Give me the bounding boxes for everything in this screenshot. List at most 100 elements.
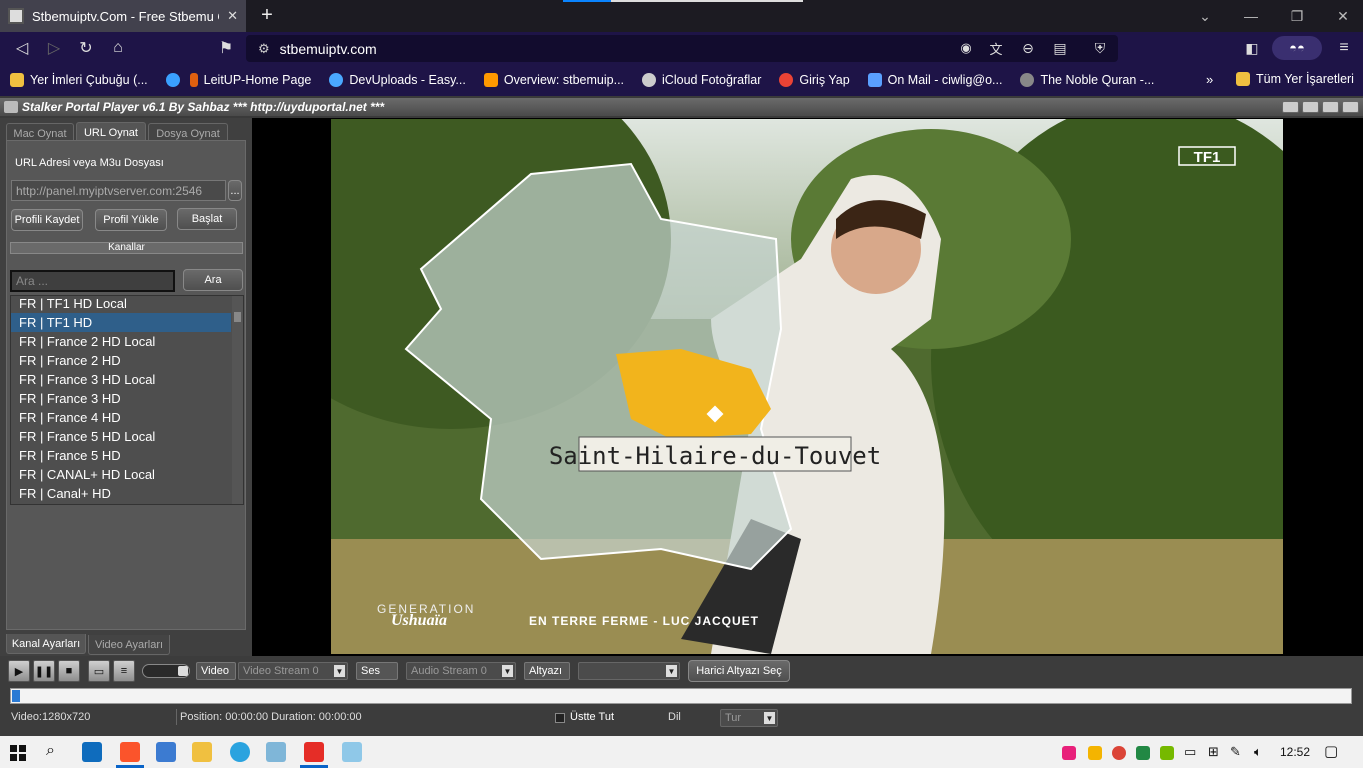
volume-thumb[interactable] (178, 666, 188, 676)
list-item[interactable]: FR | France 5 HD (11, 446, 231, 465)
home-icon[interactable]: ⌂ (106, 36, 130, 60)
app-maximize-button[interactable] (1322, 101, 1339, 113)
tray-battery-icon[interactable]: ▭ (1184, 744, 1196, 760)
playlist-button[interactable]: ≡ (113, 660, 135, 682)
list-item[interactable]: FR | TF1 HD (11, 313, 231, 332)
url-input[interactable]: http://panel.myiptvserver.com:2546 (11, 180, 226, 201)
close-tab-icon[interactable]: ✕ (227, 8, 238, 24)
channel-list-scrollbar[interactable] (232, 296, 243, 504)
back-icon[interactable]: ◁ (10, 36, 34, 60)
menu-icon[interactable]: ≡ (1332, 36, 1356, 60)
stop-button[interactable]: ■ (58, 660, 80, 682)
new-tab-button[interactable]: + (256, 4, 278, 26)
reader-icon[interactable]: ▤ (1048, 36, 1072, 60)
save-profile-button[interactable]: Profili Kaydet (11, 209, 83, 231)
bookmark-item[interactable]: Overview: stbemuip... (483, 73, 624, 87)
player-app-icon[interactable] (304, 742, 324, 762)
place-caption: Saint-Hilaire-du-Touvet (549, 442, 881, 470)
list-item[interactable]: FR | France 3 HD Local (11, 370, 231, 389)
network-app-icon[interactable] (156, 742, 176, 762)
search-icon[interactable]: ⌕ (46, 742, 55, 760)
video-frame[interactable]: Saint-Hilaire-du-Touvet TF1 GENERATION U… (331, 119, 1283, 654)
tray-volume-icon[interactable]: 🔈︎ (1254, 744, 1262, 760)
video-stream-select[interactable]: Video Stream 0 ▼ (238, 662, 348, 680)
bookmark-item[interactable]: Yer İmleri Çubuğu (... (10, 73, 148, 87)
all-bookmarks[interactable]: Tüm Yer İşaretleri (1236, 72, 1354, 86)
zoom-icon[interactable]: ⊖ (1016, 36, 1040, 60)
fullscreen-button[interactable]: ▭ (88, 660, 110, 682)
telegram-icon[interactable] (230, 742, 250, 762)
more-bookmarks-icon[interactable]: » (1206, 72, 1213, 87)
list-item[interactable]: FR | Canal+ HD (11, 484, 231, 503)
forward-icon[interactable]: ▷ (42, 36, 66, 60)
list-item[interactable]: FR | France 2 HD (11, 351, 231, 370)
bookmark-item[interactable]: On Mail - ciwlig@o... (867, 73, 1002, 87)
external-subtitle-button[interactable]: Harici Altyazı Seç (688, 660, 790, 682)
notepad-icon[interactable] (342, 742, 362, 762)
browser-tab[interactable]: Stbemuiptv.Com - Free Stbemu C ✕ (0, 0, 246, 32)
sidebar-icon[interactable]: ◧ (1240, 36, 1264, 60)
tray-network-icon[interactable]: ⊞ (1208, 744, 1219, 760)
list-item[interactable]: FR | France 4 HD (11, 408, 231, 427)
maximize-button[interactable]: ❐ (1274, 0, 1320, 32)
app-close-button[interactable] (1342, 101, 1359, 113)
play-button[interactable]: ▶ (8, 660, 30, 682)
search-input[interactable]: Ara ... (10, 270, 175, 292)
app-minimize-button[interactable] (1302, 101, 1319, 113)
file-explorer-icon[interactable] (192, 742, 212, 762)
bookmark-item[interactable]: iCloud Fotoğraflar (642, 73, 761, 87)
list-item[interactable]: FR | France 5 HD Local (11, 427, 231, 446)
paint-icon[interactable] (266, 742, 286, 762)
cloud-icon (329, 73, 344, 87)
audio-stream-select[interactable]: Audio Stream 0 ▼ (406, 662, 516, 680)
bookmark-page-icon[interactable]: ⚑ (214, 36, 238, 60)
start-button[interactable]: Başlat (177, 208, 237, 230)
tab-list-icon[interactable]: ⌄ (1182, 0, 1228, 32)
pause-button[interactable]: ❚❚ (33, 660, 55, 682)
language-select[interactable]: Tur ▼ (720, 709, 778, 727)
tab-channel-settings[interactable]: Kanal Ayarları (6, 634, 86, 654)
seek-bar[interactable] (10, 688, 1352, 704)
shield-icon[interactable]: ⛨ (1088, 36, 1112, 60)
cast-icon[interactable]: ◉ (954, 36, 978, 60)
status-position: Position: 00:00:00 Duration: 00:00:00 (180, 711, 362, 723)
bookmark-item[interactable]: LeitUP-Home Page (189, 73, 311, 87)
load-profile-button[interactable]: Profil Yükle (95, 209, 167, 231)
minimize-button[interactable]: — (1228, 0, 1274, 32)
subtitle-select[interactable]: ▼ (578, 662, 680, 680)
bookmark-item[interactable]: The Noble Quran -... (1020, 73, 1154, 87)
bookmark-item[interactable]: Giriş Yap (779, 73, 850, 87)
tray-nvidia-icon[interactable] (1160, 746, 1174, 760)
list-item[interactable]: FR | CANAL+ HD Local (11, 465, 231, 484)
address-text[interactable]: stbemuiptv.com (280, 41, 377, 57)
reload-icon[interactable]: ↻ (74, 36, 98, 60)
close-window-button[interactable]: ✕ (1320, 0, 1363, 32)
tray-shield-icon[interactable] (1088, 746, 1102, 760)
browse-button[interactable]: ... (228, 180, 242, 201)
list-item[interactable]: FR | TF1 HD Local (11, 294, 231, 313)
notification-icon[interactable]: ▢ (1324, 742, 1338, 760)
outlook-icon[interactable] (82, 742, 102, 762)
volume-slider[interactable] (142, 664, 190, 678)
list-item[interactable]: FR | France 2 HD Local (11, 332, 231, 351)
tray-language-icon[interactable]: ✎ (1230, 744, 1241, 760)
translate-icon[interactable]: 文 (984, 36, 1008, 60)
bookmark-item[interactable]: DevUploads - Easy... (329, 73, 466, 87)
tray-defender-icon[interactable] (1136, 746, 1150, 760)
app-restore-button[interactable] (1282, 101, 1299, 113)
status-divider (176, 709, 177, 725)
tray-chrome-icon[interactable] (1112, 746, 1126, 760)
windows-start-icon[interactable] (10, 745, 26, 761)
taskbar-clock[interactable]: 12:52 (1280, 745, 1310, 759)
search-button[interactable]: Ara (183, 269, 243, 291)
list-item[interactable]: FR | France 3 HD (11, 389, 231, 408)
on-top-checkbox[interactable] (555, 713, 565, 723)
scroll-thumb[interactable] (234, 312, 241, 322)
seek-thumb[interactable] (12, 690, 20, 702)
site-info-icon[interactable]: ⚙ (258, 41, 270, 57)
tab-video-settings[interactable]: Video Ayarları (88, 635, 170, 655)
bookmark-item[interactable] (165, 73, 180, 87)
tray-app-icon[interactable] (1062, 746, 1076, 760)
private-mask-icon[interactable]: ◓◓ (1272, 36, 1322, 60)
brave-icon[interactable] (120, 742, 140, 762)
